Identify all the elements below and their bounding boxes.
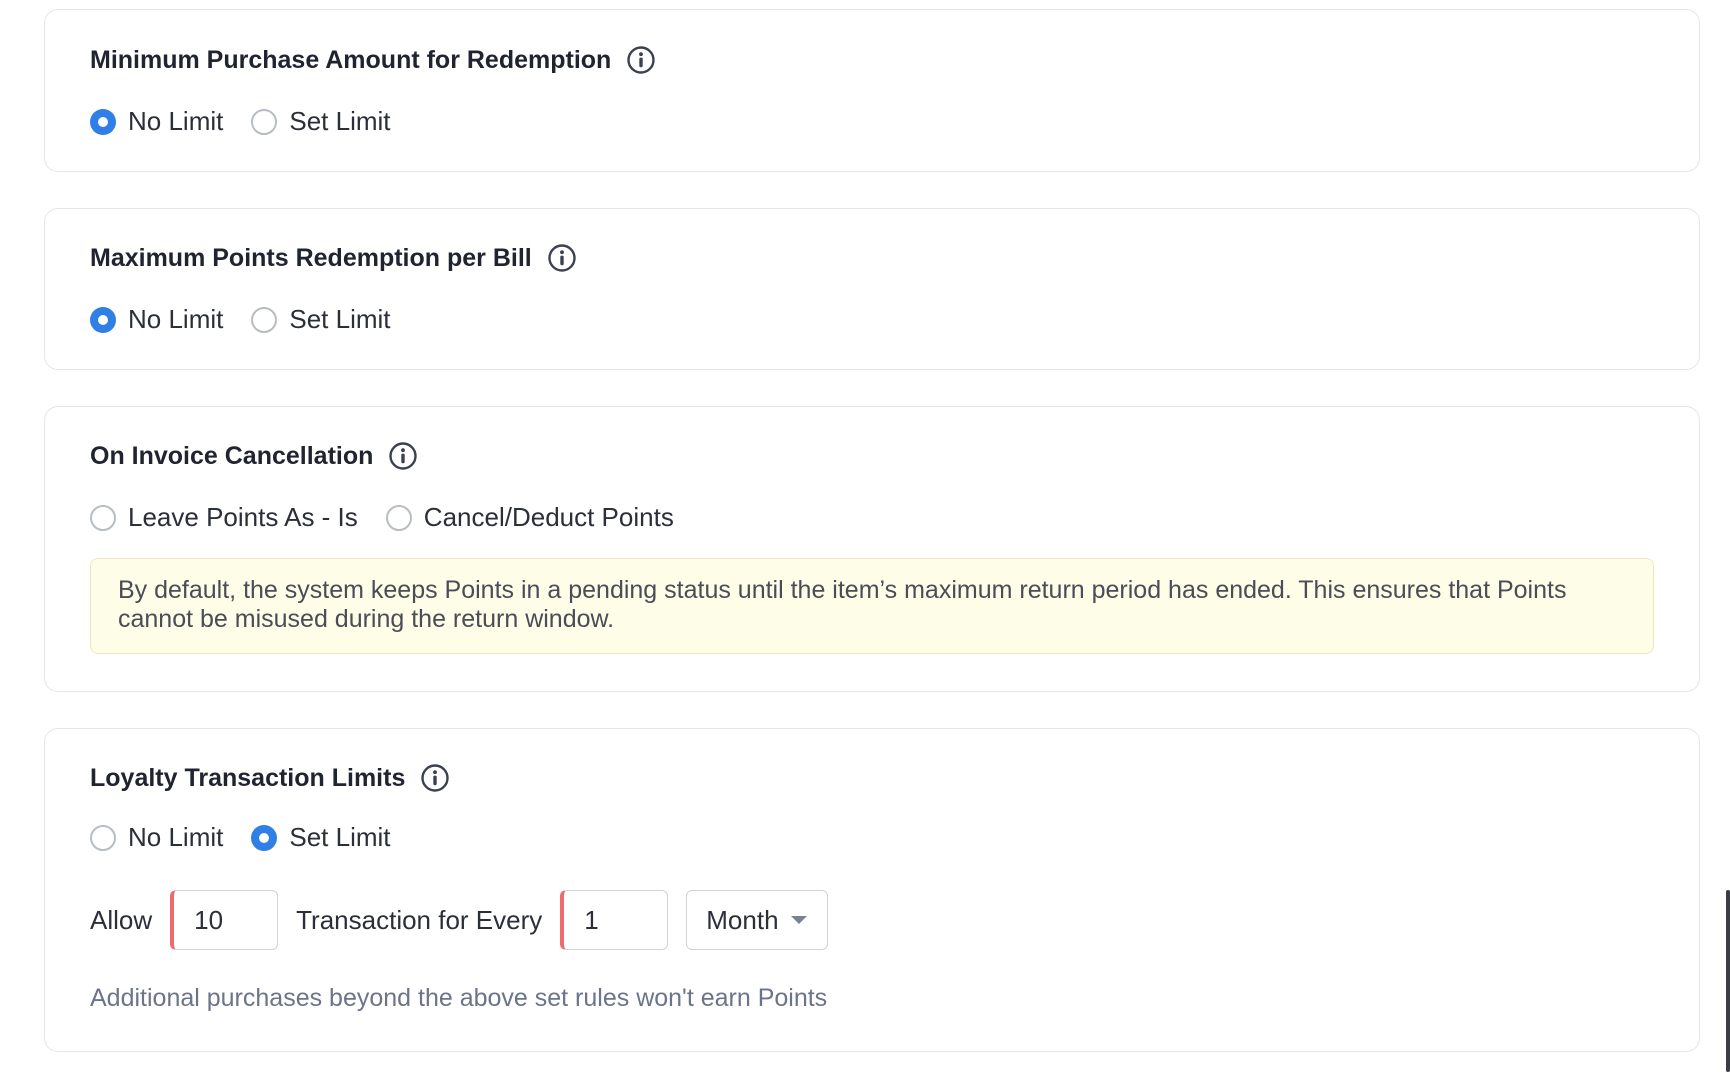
radio-indicator[interactable] xyxy=(90,306,116,333)
info-icon[interactable] xyxy=(388,441,418,471)
max-points-title: Maximum Points Redemption per Bill xyxy=(90,243,532,272)
info-icon[interactable] xyxy=(547,243,577,273)
pending-points-note: By default, the system keeps Points in a… xyxy=(90,558,1654,654)
transaction-limits-options: No Limit Set Limit xyxy=(90,822,419,853)
radio-no-limit[interactable]: No Limit xyxy=(90,304,223,335)
radio-indicator[interactable] xyxy=(251,108,278,135)
radio-leave-points[interactable]: Leave Points As - Is xyxy=(90,502,358,533)
radio-no-limit[interactable]: No Limit xyxy=(90,106,223,137)
radio-label: Set Limit xyxy=(289,304,391,334)
radio-set-limit[interactable]: Set Limit xyxy=(251,106,391,137)
allow-label: Allow xyxy=(90,904,153,935)
radio-label: No Limit xyxy=(128,822,224,852)
radio-indicator[interactable] xyxy=(251,306,278,333)
max-points-card: Maximum Points Redemption per Bill No Li… xyxy=(44,208,1700,370)
radio-label: Set Limit xyxy=(289,822,391,852)
radio-label: No Limit xyxy=(128,304,224,334)
radio-indicator[interactable] xyxy=(385,504,412,531)
transaction-for-every-label: Transaction for Every xyxy=(296,904,543,935)
transaction-limits-card: Loyalty Transaction Limits No Limit Set … xyxy=(44,728,1700,1052)
period-count-input[interactable] xyxy=(560,890,669,950)
invoice-cancellation-card: On Invoice Cancellation Leave Points As … xyxy=(44,406,1700,692)
radio-indicator[interactable] xyxy=(90,824,116,851)
transaction-limit-helper: Additional purchases beyond the above se… xyxy=(90,984,828,1012)
radio-indicator[interactable] xyxy=(90,108,116,135)
radio-label: Leave Points As - Is xyxy=(128,502,358,532)
period-unit-select[interactable]: Month xyxy=(686,890,829,950)
min-purchase-title: Minimum Purchase Amount for Redemption xyxy=(90,45,612,74)
transaction-limit-row: Allow Transaction for Every Month xyxy=(90,890,829,950)
min-purchase-card: Minimum Purchase Amount for Redemption N… xyxy=(44,9,1700,172)
radio-indicator[interactable] xyxy=(90,504,116,531)
min-purchase-options: No Limit Set Limit xyxy=(90,106,419,137)
info-icon[interactable] xyxy=(626,45,656,75)
scrollbar-thumb[interactable] xyxy=(1726,890,1730,1072)
radio-label: Set Limit xyxy=(289,106,391,136)
radio-label: No Limit xyxy=(128,106,224,136)
radio-set-limit[interactable]: Set Limit xyxy=(251,304,391,335)
radio-label: Cancel/Deduct Points xyxy=(423,502,674,532)
info-icon[interactable] xyxy=(420,763,450,793)
loyalty-settings-page: Minimum Purchase Amount for Redemption N… xyxy=(0,0,1730,1072)
invoice-cancellation-title: On Invoice Cancellation xyxy=(90,441,374,470)
period-unit-value: Month xyxy=(706,904,779,935)
radio-set-limit[interactable]: Set Limit xyxy=(251,822,391,853)
radio-no-limit[interactable]: No Limit xyxy=(90,822,223,853)
chevron-down-icon xyxy=(790,916,807,924)
max-points-options: No Limit Set Limit xyxy=(90,304,419,335)
radio-indicator[interactable] xyxy=(251,824,278,851)
radio-cancel-points[interactable]: Cancel/Deduct Points xyxy=(385,502,674,533)
invoice-cancellation-options: Leave Points As - Is Cancel/Deduct Point… xyxy=(90,502,702,533)
transaction-limits-title: Loyalty Transaction Limits xyxy=(90,763,406,792)
transaction-count-input[interactable] xyxy=(170,890,279,950)
